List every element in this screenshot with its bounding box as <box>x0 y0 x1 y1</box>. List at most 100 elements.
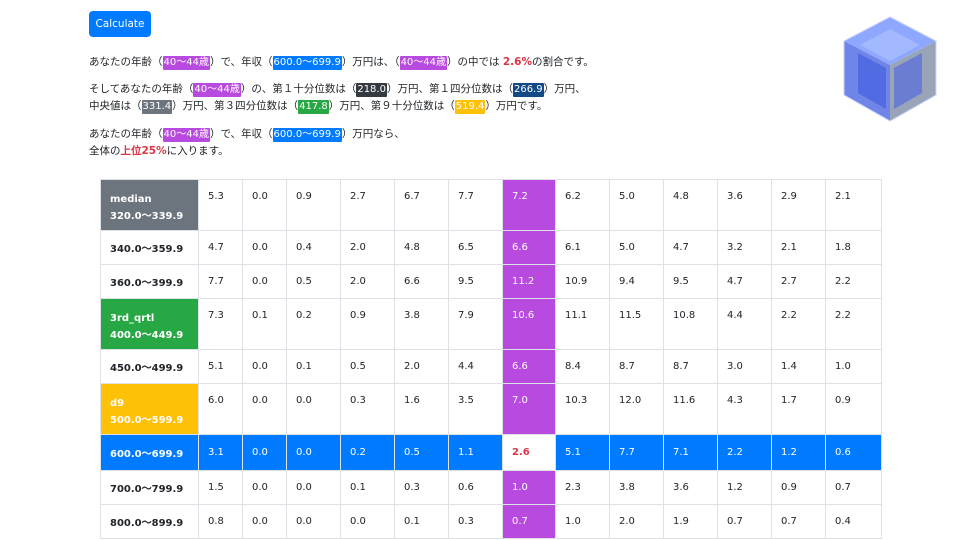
value-cell: 1.0 <box>825 349 882 384</box>
median-badge: 331.4 <box>141 100 173 114</box>
value-cell: 0.0 <box>286 470 341 505</box>
value-cell: 10.9 <box>555 264 610 299</box>
calculate-button[interactable]: Calculate <box>89 11 151 37</box>
value-cell: 7.2 <box>502 179 556 231</box>
row-range: 500.0〜599.9 <box>110 415 184 426</box>
text: ）万円、 <box>543 83 586 95</box>
table-row: 800.0〜899.9 0.8 0.0 0.0 0.0 0.1 0.3 0.7 1.0 2.0 1.… <box>100 504 882 539</box>
value-cell: 8.7 <box>663 349 718 384</box>
text: ）万円、第１四分位数は（ <box>386 83 513 95</box>
income-range-cell: 3rd_qrtl 400.0〜449.9 <box>100 298 199 350</box>
value-cell: 6.0 <box>198 383 243 435</box>
income-range-cell: 700.0〜799.9 <box>100 470 199 505</box>
value-cell: 1.7 <box>771 383 826 435</box>
table-row: 360.0〜399.9 7.7 0.0 0.5 2.0 6.6 9.5 11.2 10.9 9.4… <box>100 264 882 299</box>
value-cell: 7.7 <box>198 264 243 299</box>
value-cell: 0.0 <box>286 504 341 539</box>
row-tag: median <box>110 194 152 205</box>
text: ）万円なら、 <box>341 128 405 140</box>
value-cell: 0.0 <box>242 470 287 505</box>
text: ）の中では <box>447 56 503 68</box>
value-cell: 3.2 <box>717 230 772 265</box>
value-cell: 0.5 <box>394 434 449 471</box>
value-cell: 2.0 <box>394 349 449 384</box>
value-cell: 11.5 <box>609 298 664 350</box>
value-cell: 2.0 <box>609 504 664 539</box>
text: ）の、第１十分位数は（ <box>240 83 357 95</box>
value-cell: 7.9 <box>448 298 503 350</box>
income-range-cell: median 320.0〜339.9 <box>100 179 199 231</box>
table-row: 340.0〜359.9 4.7 0.0 0.4 2.0 4.8 6.5 6.6 6.1 5.0 4.… <box>100 230 882 265</box>
value-cell: 1.1 <box>448 434 503 471</box>
value-cell: 1.2 <box>771 434 826 471</box>
value-cell: 0.0 <box>242 349 287 384</box>
value-cell: 0.3 <box>394 470 449 505</box>
text: の割合です。 <box>531 56 594 68</box>
table-row: 600.0〜699.9 3.1 0.0 0.0 0.2 0.5 1.1 2.6 5.1 7.7 7.… <box>100 434 882 471</box>
row-range: 400.0〜449.9 <box>110 330 184 341</box>
value-cell: 2.6 <box>502 434 556 471</box>
value-cell: 12.0 <box>609 383 664 435</box>
value-cell: 4.8 <box>663 179 718 231</box>
row-range: 320.0〜339.9 <box>110 211 184 222</box>
income-range-cell: 360.0〜399.9 <box>100 264 199 299</box>
income-range-cell: 340.0〜359.9 <box>100 230 199 265</box>
value-cell: 0.9 <box>340 298 395 350</box>
value-cell: 0.9 <box>771 470 826 505</box>
table-row: d9 500.0〜599.9 6.0 0.0 0.0 0.3 1.6 3.5 7.0 10.3 12… <box>100 383 882 435</box>
value-cell: 0.0 <box>340 504 395 539</box>
income-distribution-table: median 320.0〜339.9 5.3 0.0 0.9 2.7 6.7 7.7 7.2 6.… <box>100 179 882 539</box>
value-cell: 5.3 <box>198 179 243 231</box>
value-cell: 1.5 <box>198 470 243 505</box>
value-cell: 6.7 <box>394 179 449 231</box>
value-cell: 9.4 <box>609 264 664 299</box>
value-cell: 3.1 <box>198 434 243 471</box>
quartile1-badge: 266.9 <box>512 83 544 97</box>
value-cell: 9.5 <box>663 264 718 299</box>
value-cell: 6.1 <box>555 230 610 265</box>
value-cell: 8.4 <box>555 349 610 384</box>
value-cell: 1.8 <box>825 230 882 265</box>
value-cell: 2.3 <box>555 470 610 505</box>
value-cell: 7.7 <box>609 434 664 471</box>
value-cell: 2.9 <box>771 179 826 231</box>
income-range-cell: d9 500.0〜599.9 <box>100 383 199 435</box>
value-cell: 3.8 <box>394 298 449 350</box>
value-cell: 0.5 <box>286 264 341 299</box>
text: ）万円です。 <box>485 100 548 112</box>
text: あなたの年齢（ <box>89 128 163 140</box>
table-row: 3rd_qrtl 400.0〜449.9 7.3 0.1 0.2 0.9 3.8 7.9 10.… <box>100 298 882 350</box>
value-cell: 3.6 <box>663 470 718 505</box>
value-cell: 0.1 <box>340 470 395 505</box>
value-cell: 3.5 <box>448 383 503 435</box>
percentile-sentence: あなたの年齢（40〜44歳）で、年収（600.0〜699.9）万円は、（40〜4… <box>89 54 594 71</box>
text: 中央値は（ <box>89 100 142 112</box>
quantile-sentence: そしてあなたの年齢（40〜44歳）の、第１十分位数は（218.0）万円、第１四分… <box>89 81 586 115</box>
value-cell: 4.7 <box>717 264 772 299</box>
value-cell: 4.7 <box>663 230 718 265</box>
value-cell: 0.0 <box>242 230 287 265</box>
income-range-cell: 600.0〜699.9 <box>100 434 199 471</box>
value-cell: 4.8 <box>394 230 449 265</box>
quartile3-badge: 417.8 <box>298 100 329 114</box>
table-row: median 320.0〜339.9 5.3 0.0 0.9 2.7 6.7 7.7 7.2 6.… <box>100 179 882 231</box>
value-cell: 0.7 <box>825 470 882 505</box>
text: ）で、年収（ <box>209 128 273 140</box>
value-cell: 3.6 <box>717 179 772 231</box>
value-cell: 0.7 <box>771 504 826 539</box>
rank-value: 上位25% <box>120 145 167 157</box>
text: ）万円は、（ <box>341 56 400 68</box>
value-cell: 4.7 <box>198 230 243 265</box>
income-badge: 600.0〜699.9 <box>272 56 342 70</box>
value-cell: 11.6 <box>663 383 718 435</box>
text: そしてあなたの年齢（ <box>89 83 194 95</box>
value-cell: 6.6 <box>502 349 556 384</box>
value-cell: 0.1 <box>394 504 449 539</box>
value-cell: 0.7 <box>502 504 556 539</box>
value-cell: 0.3 <box>340 383 395 435</box>
value-cell: 0.4 <box>825 504 882 539</box>
table-row: 450.0〜499.9 5.1 0.0 0.1 0.5 2.0 4.4 6.6 8.4 8.7 8.… <box>100 349 882 384</box>
value-cell: 7.0 <box>502 383 556 435</box>
value-cell: 5.0 <box>609 230 664 265</box>
value-cell: 6.6 <box>502 230 556 265</box>
